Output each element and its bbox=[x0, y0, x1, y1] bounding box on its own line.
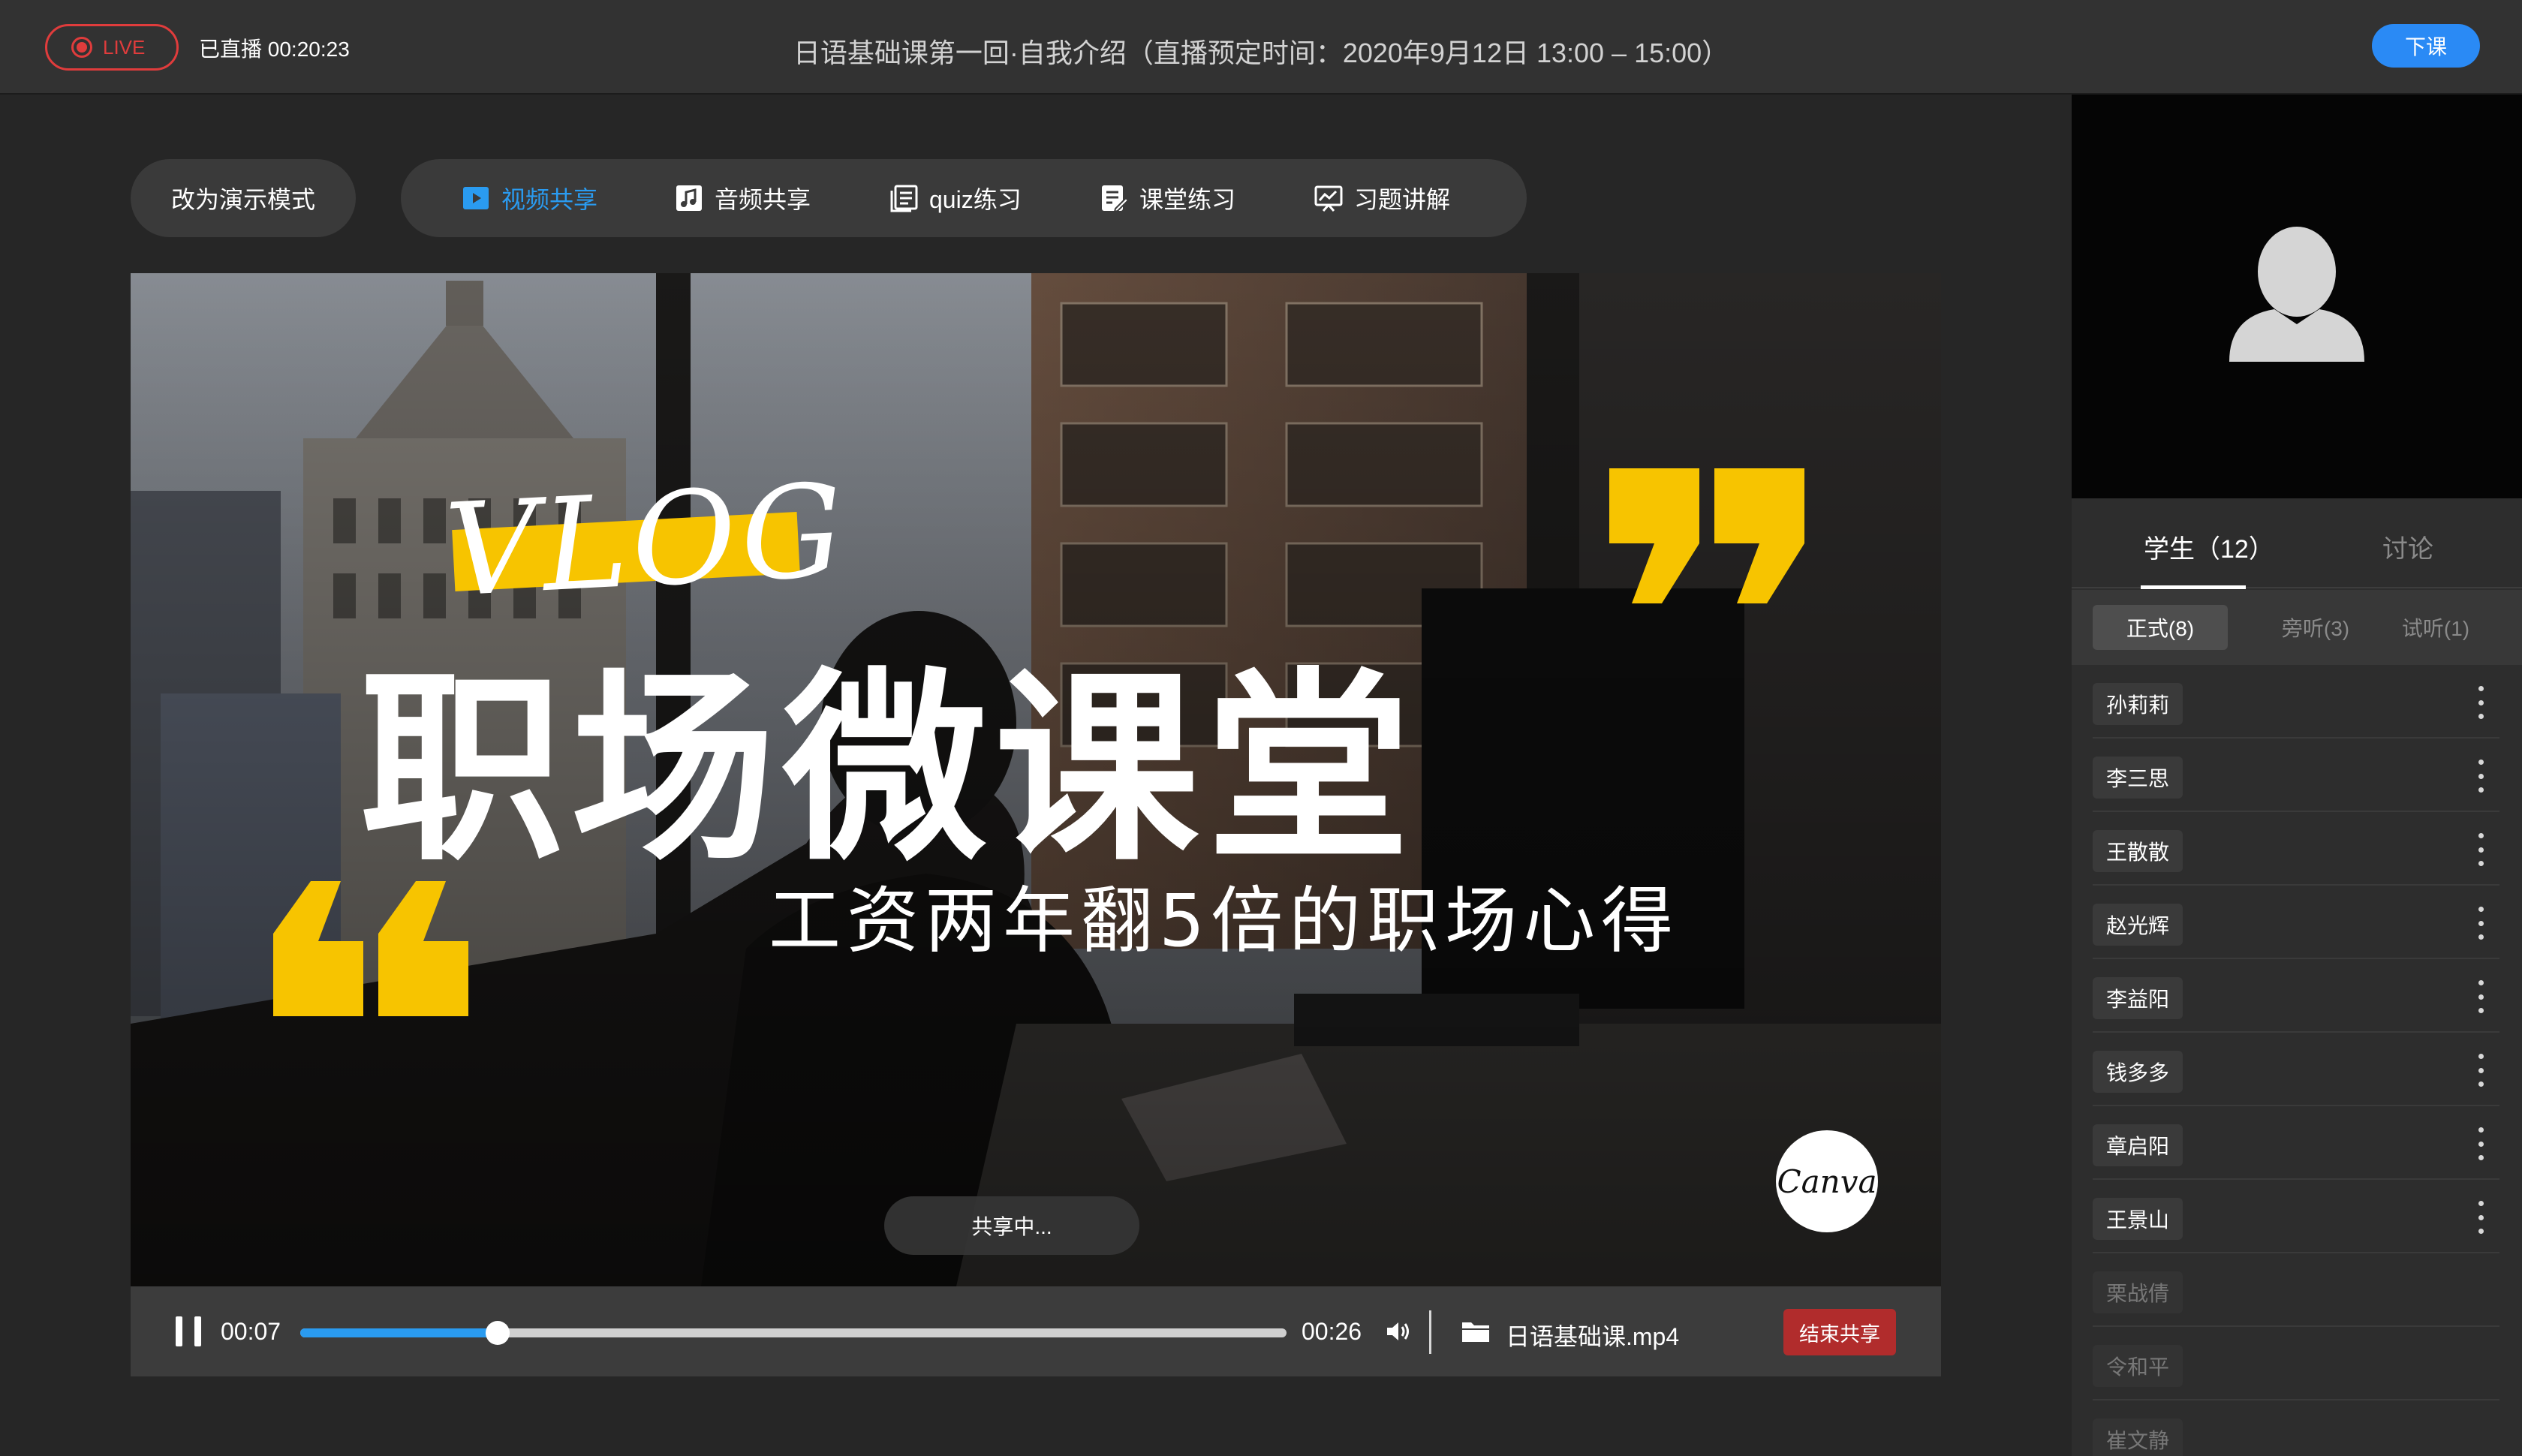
sharing-status: 共享中... bbox=[884, 1196, 1139, 1255]
seek-progress bbox=[300, 1328, 498, 1337]
student-name: 崔文静 bbox=[2093, 1418, 2183, 1456]
student-name: 王景山 bbox=[2093, 1198, 2183, 1240]
current-time: 00:07 bbox=[221, 1318, 281, 1345]
student-name: 章启阳 bbox=[2093, 1124, 2183, 1166]
subtab-trial[interactable]: 试听(1) bbox=[2379, 605, 2492, 650]
student-name: 李益阳 bbox=[2093, 977, 2183, 1019]
tool-quiz[interactable]: quiz练习 bbox=[889, 159, 1022, 237]
end-class-button[interactable]: 下课 bbox=[2372, 24, 2480, 68]
stop-share-button[interactable]: 结束共享 bbox=[1783, 1309, 1896, 1355]
list-item[interactable]: 令和平 bbox=[2093, 1327, 2499, 1400]
video-share-icon bbox=[461, 183, 491, 213]
video-headline: 职场微课堂 bbox=[360, 651, 1418, 889]
page-title: 日语基础课第一回·自我介绍（直播预定时间：2020年9月12日 13:00 – … bbox=[793, 38, 1729, 68]
active-tab-indicator bbox=[2141, 585, 2246, 589]
tool-class-exercise[interactable]: 课堂练习 bbox=[1099, 159, 1235, 237]
student-name: 李三思 bbox=[2093, 757, 2183, 799]
top-bar: LIVE 已直播 00:20:23 日语基础课第一回·自我介绍（直播预定时间：2… bbox=[0, 0, 2522, 95]
divider bbox=[1429, 1310, 1431, 1354]
tab-students[interactable]: 学生（12） bbox=[2144, 528, 2274, 565]
more-options-icon[interactable] bbox=[2477, 907, 2484, 940]
student-name: 钱多多 bbox=[2093, 1051, 2183, 1093]
tool-exercise-explain[interactable]: 习题讲解 bbox=[1314, 159, 1450, 237]
list-item[interactable]: 孙莉莉 bbox=[2093, 665, 2499, 739]
video-subline: 工资两年翻5倍的职场心得 bbox=[769, 879, 1680, 963]
panel-tabs: 学生（12） 讨论 bbox=[2072, 498, 2522, 589]
music-note-icon bbox=[674, 183, 704, 213]
total-time: 00:26 bbox=[1302, 1318, 1362, 1345]
more-options-icon[interactable] bbox=[2477, 760, 2484, 793]
canva-logo: Canva bbox=[1776, 1130, 1878, 1232]
edit-document-icon bbox=[1099, 183, 1129, 213]
switch-mode-button[interactable]: 改为演示模式 bbox=[131, 159, 356, 237]
list-item[interactable]: 王散散 bbox=[2093, 812, 2499, 886]
tool-label: 习题讲解 bbox=[1354, 186, 1451, 213]
student-name: 王散散 bbox=[2093, 830, 2183, 872]
more-options-icon[interactable] bbox=[2477, 1201, 2484, 1234]
tool-label: 课堂练习 bbox=[1139, 186, 1236, 213]
seek-bar[interactable] bbox=[300, 1321, 1287, 1345]
student-name: 令和平 bbox=[2093, 1345, 2183, 1387]
more-options-icon[interactable] bbox=[2477, 980, 2484, 1013]
subtab-formal[interactable]: 正式(8) bbox=[2093, 605, 2228, 650]
volume-icon[interactable] bbox=[1384, 1318, 1411, 1345]
tool-label: quiz练习 bbox=[929, 186, 1022, 213]
tool-label: 音频共享 bbox=[715, 186, 811, 213]
pause-icon[interactable] bbox=[176, 1316, 201, 1346]
share-toolbar: 视频共享 音频共享 quiz练习 课堂练习 习题讲解 bbox=[401, 159, 1527, 237]
student-name: 孙莉莉 bbox=[2093, 683, 2183, 725]
tool-audio-share[interactable]: 音频共享 bbox=[674, 159, 811, 237]
vlog-text: VLOG bbox=[442, 456, 851, 626]
list-item[interactable]: 李益阳 bbox=[2093, 959, 2499, 1033]
student-panel: 学生（12） 讨论 正式(8) 旁听(3) 试听(1) 孙莉莉李三思王散散赵光辉… bbox=[2072, 498, 2522, 1456]
seek-handle[interactable] bbox=[485, 1321, 510, 1345]
student-name: 栗战倩 bbox=[2093, 1271, 2183, 1313]
list-item[interactable]: 章启阳 bbox=[2093, 1106, 2499, 1180]
student-name: 赵光辉 bbox=[2093, 904, 2183, 946]
more-options-icon[interactable] bbox=[2477, 686, 2484, 719]
player-controls: 00:07 00:26 日语基础课.mp4 结束共享 bbox=[131, 1286, 1941, 1376]
camera-view bbox=[2072, 95, 2522, 498]
more-options-icon[interactable] bbox=[2477, 1054, 2484, 1087]
presentation-icon bbox=[1314, 183, 1344, 213]
tool-label: 视频共享 bbox=[501, 186, 598, 213]
more-options-icon[interactable] bbox=[2477, 1127, 2484, 1160]
more-options-icon[interactable] bbox=[2477, 833, 2484, 866]
quiz-icon bbox=[889, 183, 919, 213]
list-item[interactable]: 钱多多 bbox=[2093, 1033, 2499, 1106]
subtab-audit[interactable]: 旁听(3) bbox=[2259, 605, 2372, 650]
list-item[interactable]: 李三思 bbox=[2093, 739, 2499, 812]
tool-video-share[interactable]: 视频共享 bbox=[461, 159, 597, 237]
tab-discussion[interactable]: 讨论 bbox=[2382, 528, 2433, 565]
student-list: 孙莉莉李三思王散散赵光辉李益阳钱多多章启阳王景山栗战倩令和平崔文静 bbox=[2072, 665, 2522, 1456]
list-item[interactable]: 崔文静 bbox=[2093, 1400, 2499, 1456]
list-item[interactable]: 赵光辉 bbox=[2093, 886, 2499, 959]
folder-icon[interactable] bbox=[1461, 1319, 1491, 1343]
list-item[interactable]: 王景山 bbox=[2093, 1180, 2499, 1253]
file-name: 日语基础课.mp4 bbox=[1506, 1323, 1680, 1350]
user-avatar-icon bbox=[2229, 227, 2364, 362]
list-item[interactable]: 栗战倩 bbox=[2093, 1253, 2499, 1327]
student-filter-tabs: 正式(8) 旁听(3) 试听(1) bbox=[2072, 590, 2522, 665]
video-stage[interactable]: VLOG 职场微课堂 工资两年翻5倍的职场心得 Canva 共享中... bbox=[131, 273, 1941, 1286]
